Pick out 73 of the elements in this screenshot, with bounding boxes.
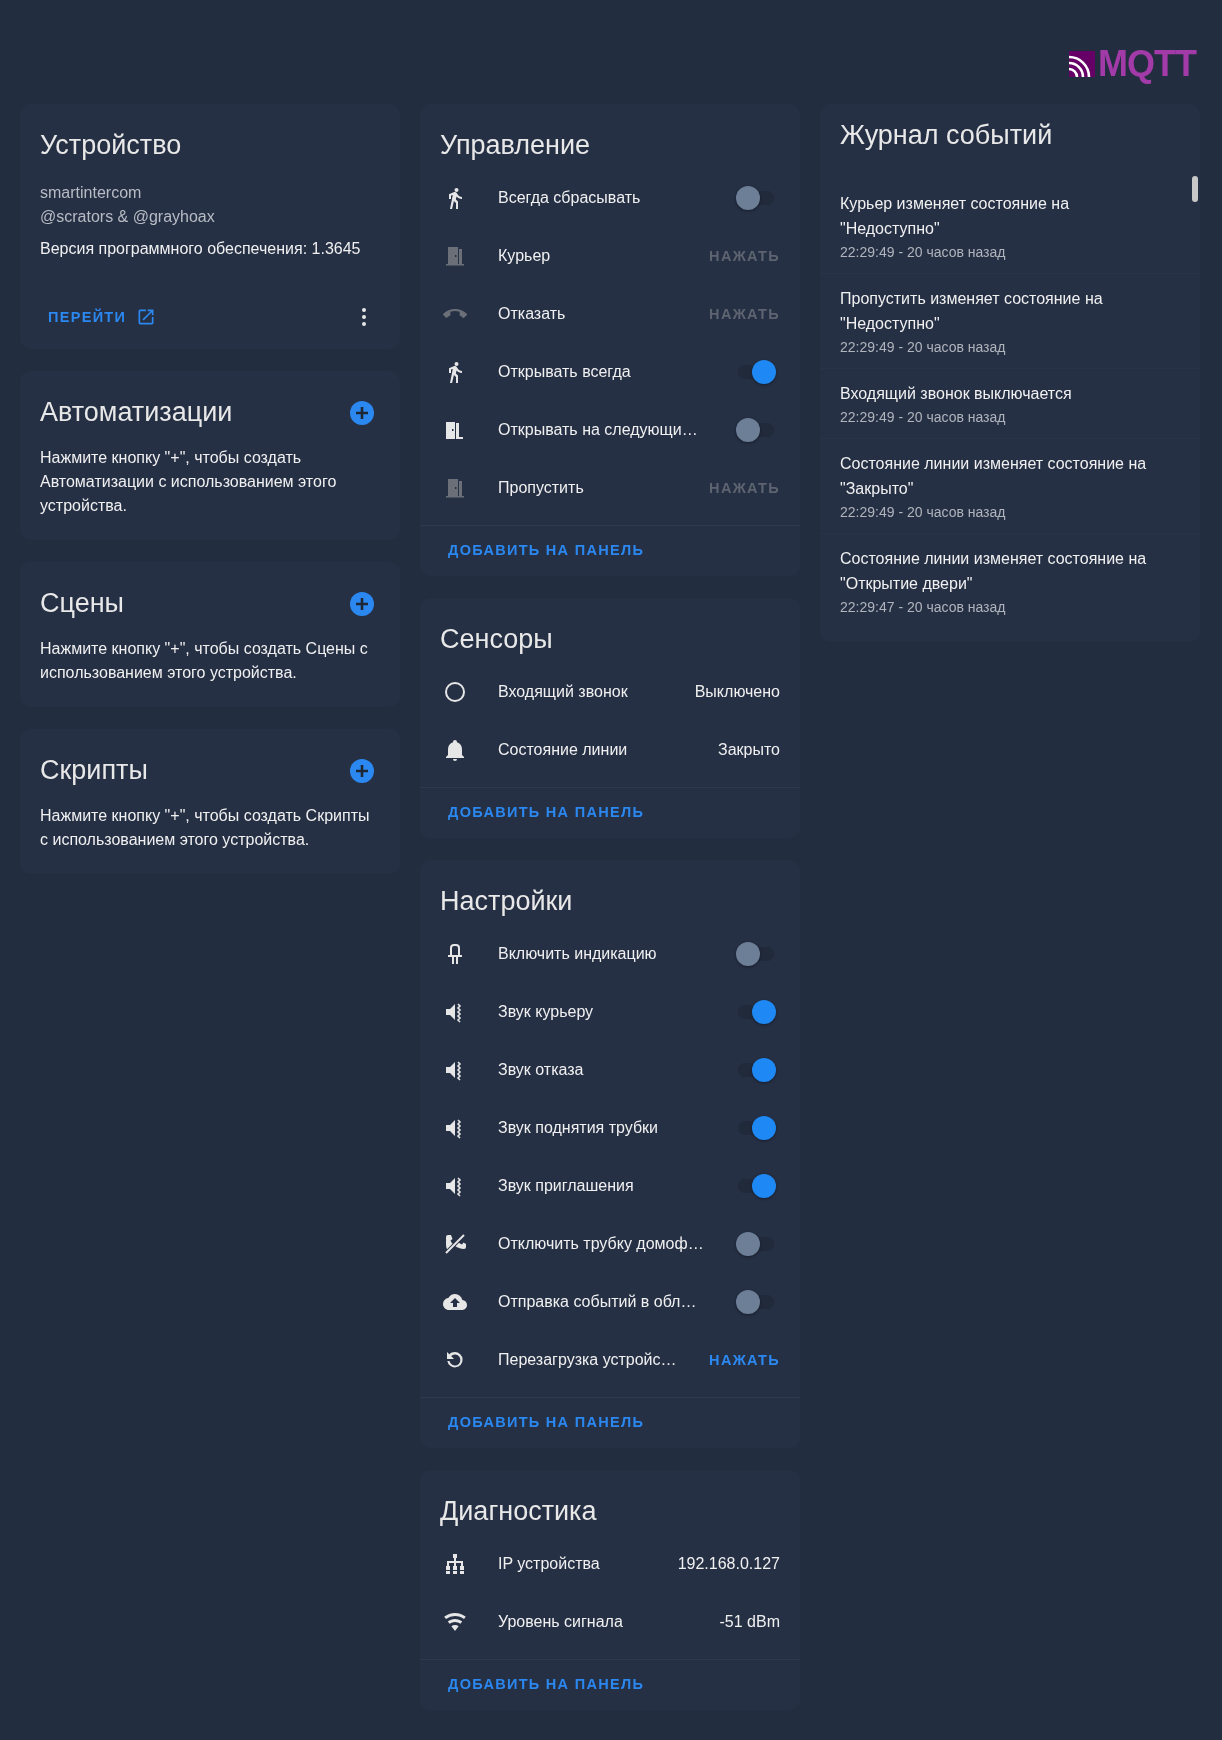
signal-waves-icon — [1069, 51, 1095, 77]
toggle-switch[interactable] — [736, 940, 776, 968]
sensor-value: Закрыто — [718, 741, 780, 759]
entity-name: Включить индикацию — [498, 945, 658, 963]
sensor-value: -51 dBm — [719, 1613, 780, 1631]
entity-name: Уровень сигнала — [498, 1613, 624, 1631]
entity-name: Курьер — [498, 247, 552, 265]
entity-name: Открывать на следующи… — [498, 421, 699, 439]
press-button[interactable]: НАЖАТЬ — [701, 1346, 780, 1374]
toggle-switch[interactable] — [736, 1230, 776, 1258]
toggle-switch[interactable] — [736, 1114, 776, 1142]
entity-name: Отказать — [498, 305, 567, 323]
event-time: 22:29:49 - 20 часов назад — [840, 408, 1007, 427]
entity-name: Звук поднятия трубки — [498, 1119, 659, 1137]
info-text: Нажмите кнопку "+", чтобы создать Автоматизации с использованием этого устройства. — [40, 448, 338, 516]
circle-icon — [443, 680, 467, 704]
card-title: Автоматизации — [40, 397, 233, 428]
card-title: Устройство — [40, 130, 183, 161]
device-model: smartintercom — [40, 183, 143, 203]
add-icon[interactable] — [350, 591, 374, 616]
event-time: 22:29:49 - 20 часов назад — [840, 503, 1007, 522]
entity-name: Звук отказа — [498, 1061, 585, 1079]
add-to-dashboard-link[interactable]: ДОБАВИТЬ НА ПАНЕЛЬ — [440, 1406, 653, 1438]
add-to-dashboard-link[interactable]: ДОБАВИТЬ НА ПАНЕЛЬ — [440, 1668, 653, 1700]
scrollbar-thumb[interactable] — [1192, 176, 1198, 202]
card-title: Сенсоры — [439, 624, 554, 655]
entity-name: Отключить трубку домоф… — [498, 1235, 705, 1253]
sensor-value: 192.168.0.127 — [677, 1555, 780, 1573]
logo-text: MQTT — [1098, 46, 1196, 82]
open-link[interactable]: ПЕРЕЙТИ — [40, 299, 165, 335]
toggle-switch[interactable] — [736, 184, 776, 212]
network-icon — [443, 1552, 467, 1576]
card-title: Сцены — [40, 588, 124, 619]
card-title: Журнал событий — [839, 120, 1054, 151]
add-icon[interactable] — [350, 400, 374, 425]
event-message: Курьер изменяет состояние на "Недоступно" — [840, 194, 1071, 239]
entity-name: Перезагрузка устройс… — [498, 1351, 678, 1369]
add-icon[interactable] — [350, 758, 374, 783]
toggle-switch[interactable] — [736, 358, 776, 386]
entity-name: IP устройства — [498, 1555, 601, 1573]
event-message: Состояние линии изменяет состояние на "Закрыто" — [840, 454, 1148, 499]
entity-name: Всегда сбрасывать — [498, 189, 642, 207]
external-link-icon[interactable] — [136, 307, 157, 327]
bell-icon — [443, 738, 467, 762]
entity-name: Состояние линии — [498, 741, 629, 759]
entity-name: Открывать всегда — [498, 363, 632, 381]
card-title: Диагностика — [439, 1496, 598, 1527]
entity-name: Звук курьеру — [498, 1003, 595, 1021]
firmware-version: Версия программного обеспечения: 1.3645 — [40, 239, 362, 259]
card-title: Управление — [439, 130, 592, 161]
entity-name: Пропустить — [498, 479, 585, 497]
add-to-dashboard-link[interactable]: ДОБАВИТЬ НА ПАНЕЛЬ — [440, 534, 653, 566]
event-message: Пропустить изменяет состояние на "Недоступно" — [840, 289, 1104, 334]
toggle-switch[interactable] — [736, 1056, 776, 1084]
info-text: Нажмите кнопку "+", чтобы создать Сцены с использованием этого устройства. — [40, 639, 369, 683]
entity-name: Звук приглашения — [498, 1177, 635, 1195]
event-time: 22:29:49 - 20 часов назад — [840, 243, 1007, 262]
card-title: Настройки — [439, 886, 574, 917]
card-title: Скрипты — [40, 755, 148, 786]
sensor-value: Выключено — [694, 683, 780, 701]
toggle-switch[interactable] — [736, 998, 776, 1026]
entity-name: Входящий звонок — [498, 683, 629, 701]
toggle-switch[interactable] — [736, 1288, 776, 1316]
event-message: Состояние линии изменяет состояние на "Открытие двери" — [840, 549, 1148, 594]
device-manufacturer: @scrators & @grayhoax — [40, 207, 216, 227]
entity-name: Отправка событий в обл… — [498, 1293, 698, 1311]
event-time: 22:29:47 - 20 часов назад — [840, 598, 1007, 617]
add-to-dashboard-link[interactable]: ДОБАВИТЬ НА ПАНЕЛЬ — [440, 796, 653, 828]
event-message: Входящий звонок выключается — [840, 384, 1073, 404]
toggle-switch[interactable] — [736, 1172, 776, 1200]
toggle-switch[interactable] — [736, 416, 776, 444]
info-text: Нажмите кнопку "+", чтобы создать Скрипты с использованием этого устройства. — [40, 806, 371, 850]
event-time: 22:29:49 - 20 часов назад — [840, 338, 1007, 357]
